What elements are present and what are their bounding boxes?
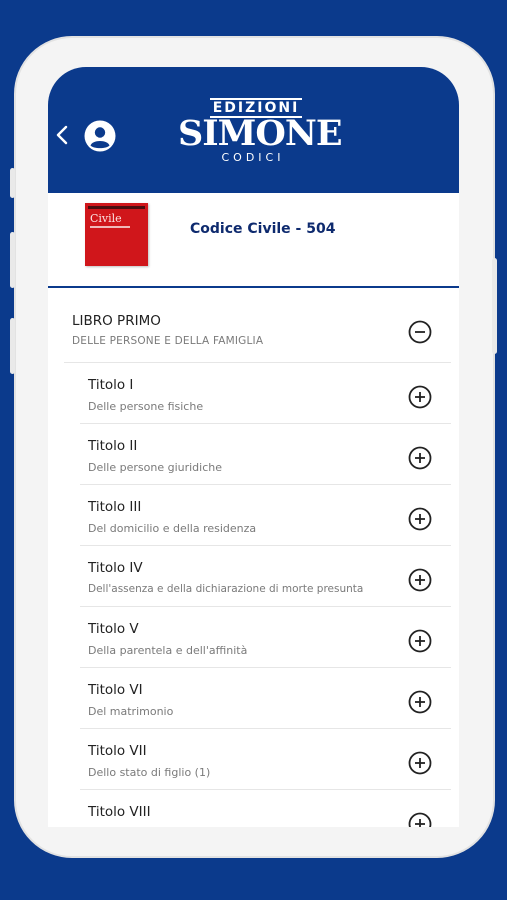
list-item[interactable]: Titolo II Delle persone giuridiche (80, 424, 451, 485)
user-account-icon[interactable] (84, 120, 116, 152)
book-cover-image: Civile (85, 203, 148, 266)
titolo-subtitle: Delle persone fisiche (88, 400, 204, 413)
expand-plus-icon[interactable] (408, 751, 432, 775)
expand-plus-icon[interactable] (408, 446, 432, 470)
titolo-title: Titolo VII (88, 743, 147, 759)
libro-subtitle: DELLE PERSONE E DELLA FAMIGLIA (72, 335, 264, 347)
list-item[interactable]: Titolo VIII (80, 790, 451, 827)
phone-side-button (10, 318, 15, 374)
phone-side-button (10, 232, 15, 288)
book-cover-title: Civile (90, 212, 122, 225)
titolo-title: Titolo VI (88, 682, 143, 698)
list-item[interactable]: Titolo I Delle persone fisiche (80, 363, 451, 424)
list-item[interactable]: Titolo VII Dello stato di figlio (1) (80, 729, 451, 790)
app-screen: EDIZIONI SIMONE CODICI Civile Codice Civ… (48, 67, 459, 827)
titolo-title: Titolo III (88, 499, 142, 515)
collapse-minus-icon[interactable] (408, 320, 432, 344)
brand-logo: EDIZIONI SIMONE CODICI (178, 97, 343, 169)
list-item[interactable]: Titolo III Del domicilio e della residen… (80, 485, 451, 546)
back-arrow-icon[interactable] (54, 124, 70, 146)
titolo-title: Titolo II (88, 438, 138, 454)
libro-section-header[interactable]: LIBRO PRIMO DELLE PERSONE E DELLA FAMIGL… (64, 288, 451, 363)
book-cover-subtitle-line (90, 226, 130, 228)
list-item[interactable]: Titolo IV Dell'assenza e della dichiaraz… (80, 546, 451, 607)
expand-plus-icon[interactable] (408, 568, 432, 592)
phone-side-button (10, 168, 15, 198)
phone-side-button (492, 258, 497, 354)
titolo-subtitle: Della parentela e dell'affinità (88, 644, 248, 657)
titolo-subtitle: Dello stato di figlio (1) (88, 766, 211, 779)
titolo-subtitle: Del domicilio e della residenza (88, 522, 257, 535)
list-item[interactable]: Titolo V Della parentela e dell'affinità (80, 607, 451, 668)
index-list: LIBRO PRIMO DELLE PERSONE E DELLA FAMIGL… (48, 288, 459, 827)
titolo-subtitle: Dell'assenza e della dichiarazione di mo… (88, 583, 364, 595)
expand-plus-icon[interactable] (408, 812, 432, 827)
expand-plus-icon[interactable] (408, 507, 432, 531)
titolo-title: Titolo VIII (88, 804, 151, 820)
logo-main-text: SIMONE (178, 113, 343, 154)
titolo-title: Titolo I (88, 377, 134, 393)
libro-title: LIBRO PRIMO (72, 313, 161, 329)
expand-plus-icon[interactable] (408, 629, 432, 653)
book-title: Codice Civile - 504 (190, 221, 336, 237)
titolo-title: Titolo IV (88, 560, 143, 576)
book-info-bar: Civile Codice Civile - 504 (48, 193, 459, 288)
titolo-subtitle: Delle persone giuridiche (88, 461, 222, 474)
expand-plus-icon[interactable] (408, 690, 432, 714)
titolo-title: Titolo V (88, 621, 139, 637)
titolo-subtitle: Del matrimonio (88, 705, 174, 718)
list-item[interactable]: Titolo VI Del matrimonio (80, 668, 451, 729)
book-cover-band (88, 206, 145, 209)
app-header: EDIZIONI SIMONE CODICI (48, 67, 459, 193)
expand-plus-icon[interactable] (408, 385, 432, 409)
